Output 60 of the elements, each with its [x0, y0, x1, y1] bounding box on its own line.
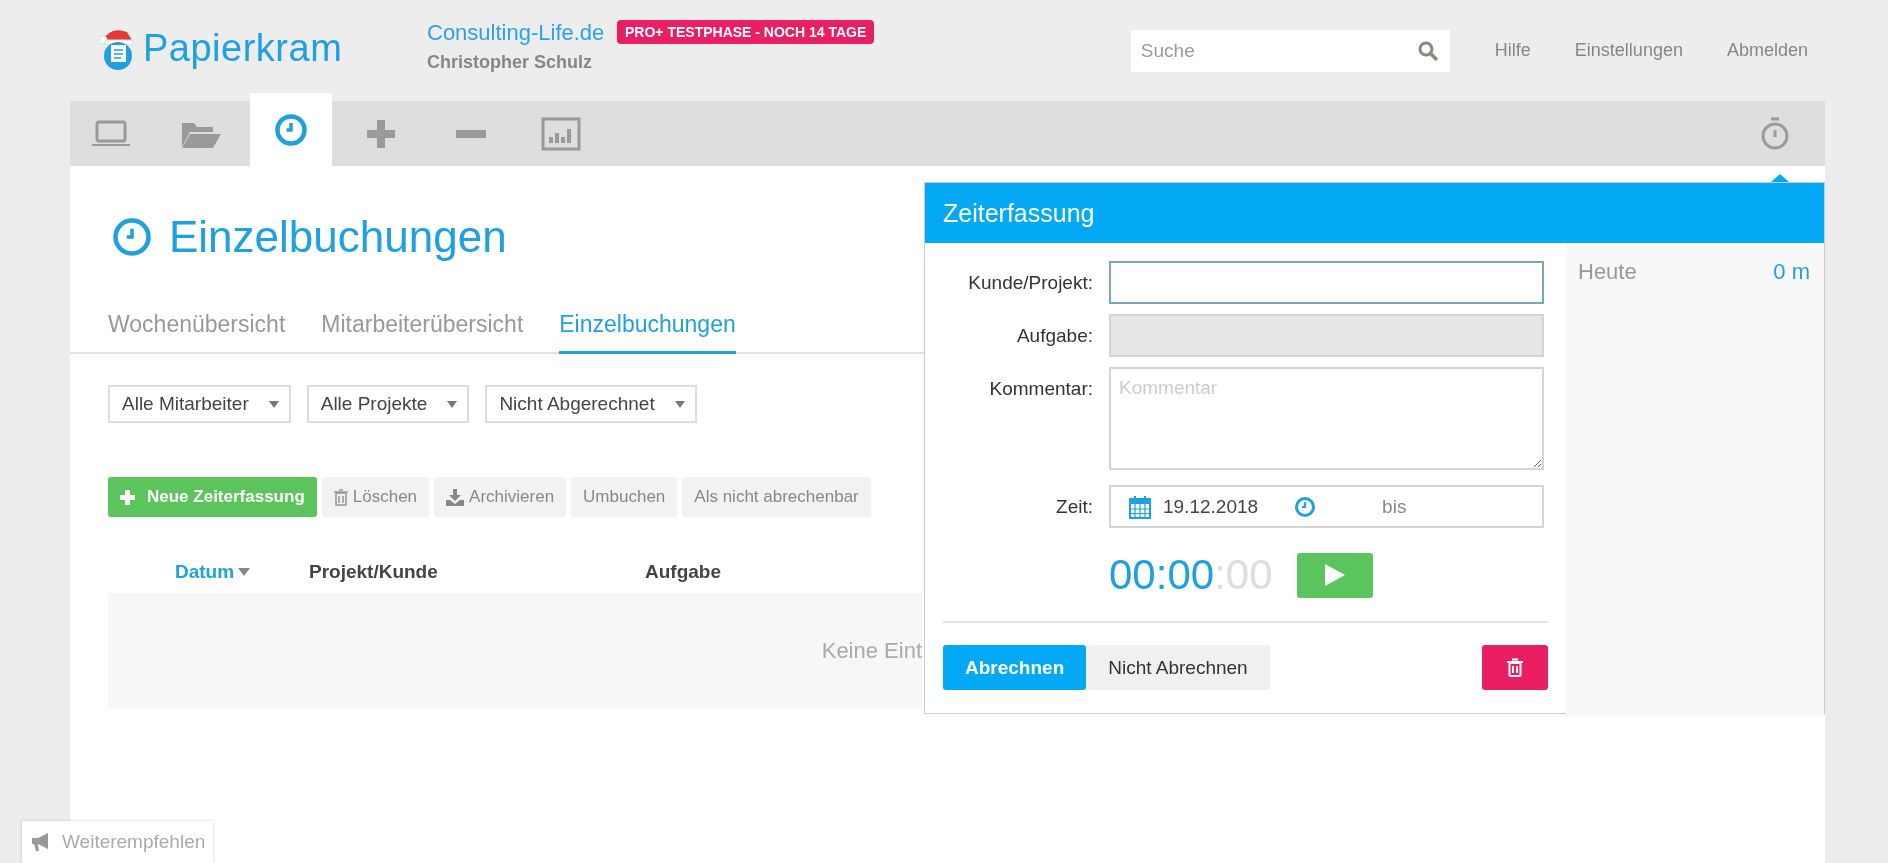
- company-name[interactable]: Consulting-Life.de: [427, 20, 617, 46]
- calendar-icon: [1129, 494, 1151, 519]
- billing-toggle[interactable]: Abrechnen: [943, 645, 1087, 690]
- action-button[interactable]: Umbuchen: [571, 477, 678, 517]
- today-value: 0 m: [1773, 259, 1810, 285]
- field-label: Kunde/Projekt:: [967, 271, 1093, 295]
- column-header[interactable]: Projekt/Kunde: [309, 561, 645, 583]
- filter-dropdown[interactable]: Alle Projekte: [306, 385, 470, 423]
- download-icon: [446, 488, 465, 506]
- tab[interactable]: Wochenübersicht: [108, 307, 286, 354]
- trash-icon: [1507, 658, 1523, 677]
- stopwatch-icon: [1760, 117, 1790, 151]
- billing-toggle[interactable]: Nicht Abrechnen: [1086, 645, 1270, 690]
- start-button[interactable]: [1296, 552, 1373, 598]
- date-value: 19.12.2018: [1163, 495, 1259, 518]
- trash-icon: [333, 488, 348, 506]
- logo-text[interactable]: Papierkram: [143, 26, 343, 70]
- clock-icon: [275, 113, 307, 146]
- sort-caret-icon: [238, 568, 251, 576]
- customer-project-field[interactable]: [1109, 261, 1544, 304]
- time-field[interactable]: 19.12.2018 bis: [1109, 485, 1544, 528]
- header-link[interactable]: Hilfe: [1494, 40, 1531, 61]
- empty-message: Keine Eint: [821, 638, 922, 664]
- clock-icon: [1294, 495, 1317, 518]
- caret-icon: [447, 400, 458, 408]
- play-icon: [1324, 564, 1345, 586]
- action-button[interactable]: Archivieren: [434, 477, 567, 517]
- field-label: Zeit:: [1055, 495, 1093, 519]
- tab[interactable]: Mitarbeiterübersicht: [321, 307, 524, 354]
- clock-icon: [113, 218, 151, 256]
- column-header[interactable]: Aufgabe: [645, 561, 721, 583]
- filter-dropdown[interactable]: Nicht Abgerechnet: [485, 385, 697, 423]
- page-title: Einzelbuchungen: [169, 212, 507, 262]
- delete-button[interactable]: [1482, 645, 1548, 690]
- header-link[interactable]: Abmelden: [1726, 40, 1808, 61]
- recommend-button[interactable]: Weiterempfehlen: [22, 821, 214, 863]
- caret-icon: [674, 400, 685, 408]
- field-label: Kommentar:: [988, 377, 1093, 401]
- until-label: bis: [1382, 495, 1407, 518]
- filter-dropdown[interactable]: Alle Mitarbeiter: [108, 385, 291, 423]
- plus-icon: [120, 489, 135, 505]
- header-link[interactable]: Einstellungen: [1574, 40, 1683, 61]
- search-field[interactable]: Suche: [1130, 30, 1450, 72]
- popup-title: Zeiterfassung: [925, 183, 1824, 243]
- column-header[interactable]: Datum: [175, 561, 309, 583]
- caret-icon: [268, 400, 279, 408]
- nav-tab[interactable]: [250, 93, 332, 166]
- field-label: Aufgabe:: [1015, 324, 1093, 348]
- action-button[interactable]: Löschen: [321, 477, 430, 517]
- plus-icon: [366, 118, 396, 149]
- bar-chart-icon: [541, 116, 581, 151]
- today-label: Heute: [1578, 259, 1637, 285]
- user-name: Christopher Schulz: [427, 52, 593, 73]
- action-button[interactable]: Als nicht abrechenbar: [682, 477, 871, 517]
- search-icon: [1417, 41, 1438, 61]
- trial-badge: PRO+ TESTPHASE - NOCH 14 TAGE: [617, 20, 875, 44]
- minus-icon: [456, 129, 486, 138]
- laptop-icon: [91, 119, 131, 148]
- action-button[interactable]: Neue Zeiterfassung: [108, 477, 317, 517]
- tab[interactable]: Einzelbuchungen: [559, 307, 736, 354]
